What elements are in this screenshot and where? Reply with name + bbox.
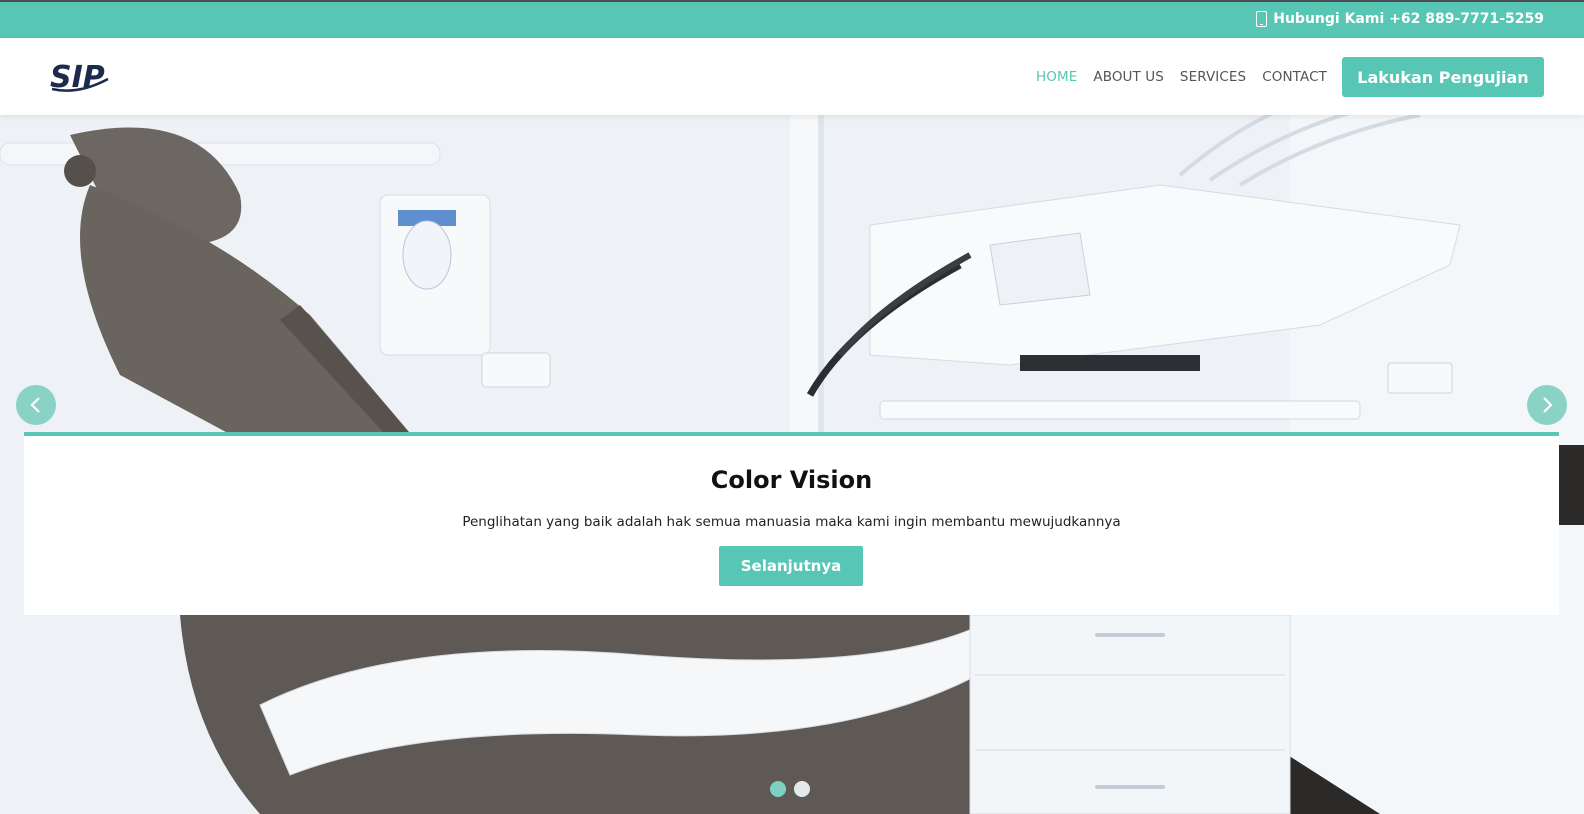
nav-home[interactable]: HOME bbox=[1036, 69, 1077, 85]
start-test-button[interactable]: Lakukan Pengujian bbox=[1342, 57, 1544, 97]
nav-services[interactable]: SERVICES bbox=[1180, 69, 1246, 85]
slide-indicator-2[interactable] bbox=[794, 781, 810, 797]
top-bar: Hubungi Kami +62 889-7771-5259 bbox=[0, 0, 1584, 38]
slide-text: Penglihatan yang baik adalah hak semua m… bbox=[462, 514, 1121, 530]
chevron-left-icon bbox=[30, 397, 40, 413]
slide-caption: Color Vision Penglihatan yang baik adala… bbox=[24, 432, 1559, 615]
site-header: SIP HOME ABOUT US SERVICES CONTACT Lakuk… bbox=[0, 38, 1584, 115]
slide-title: Color Vision bbox=[710, 466, 873, 494]
main-nav: HOME ABOUT US SERVICES CONTACT bbox=[1036, 69, 1343, 85]
contact-info[interactable]: Hubungi Kami +62 889-7771-5259 bbox=[1256, 11, 1544, 27]
slider-next-button[interactable] bbox=[1527, 385, 1567, 425]
slider-indicators bbox=[770, 781, 810, 797]
logo[interactable]: SIP bbox=[48, 57, 112, 97]
slider-prev-button[interactable] bbox=[16, 385, 56, 425]
hero-slider: Color Vision Penglihatan yang baik adala… bbox=[0, 115, 1584, 814]
phone-icon bbox=[1256, 11, 1268, 27]
nav-about-us[interactable]: ABOUT US bbox=[1093, 69, 1164, 85]
slide-indicator-1[interactable] bbox=[770, 781, 786, 797]
next-slide-button[interactable]: Selanjutnya bbox=[719, 546, 863, 586]
nav-contact[interactable]: CONTACT bbox=[1262, 69, 1327, 85]
chevron-right-icon bbox=[1543, 397, 1553, 413]
contact-label: Hubungi Kami +62 889-7771-5259 bbox=[1273, 11, 1544, 27]
